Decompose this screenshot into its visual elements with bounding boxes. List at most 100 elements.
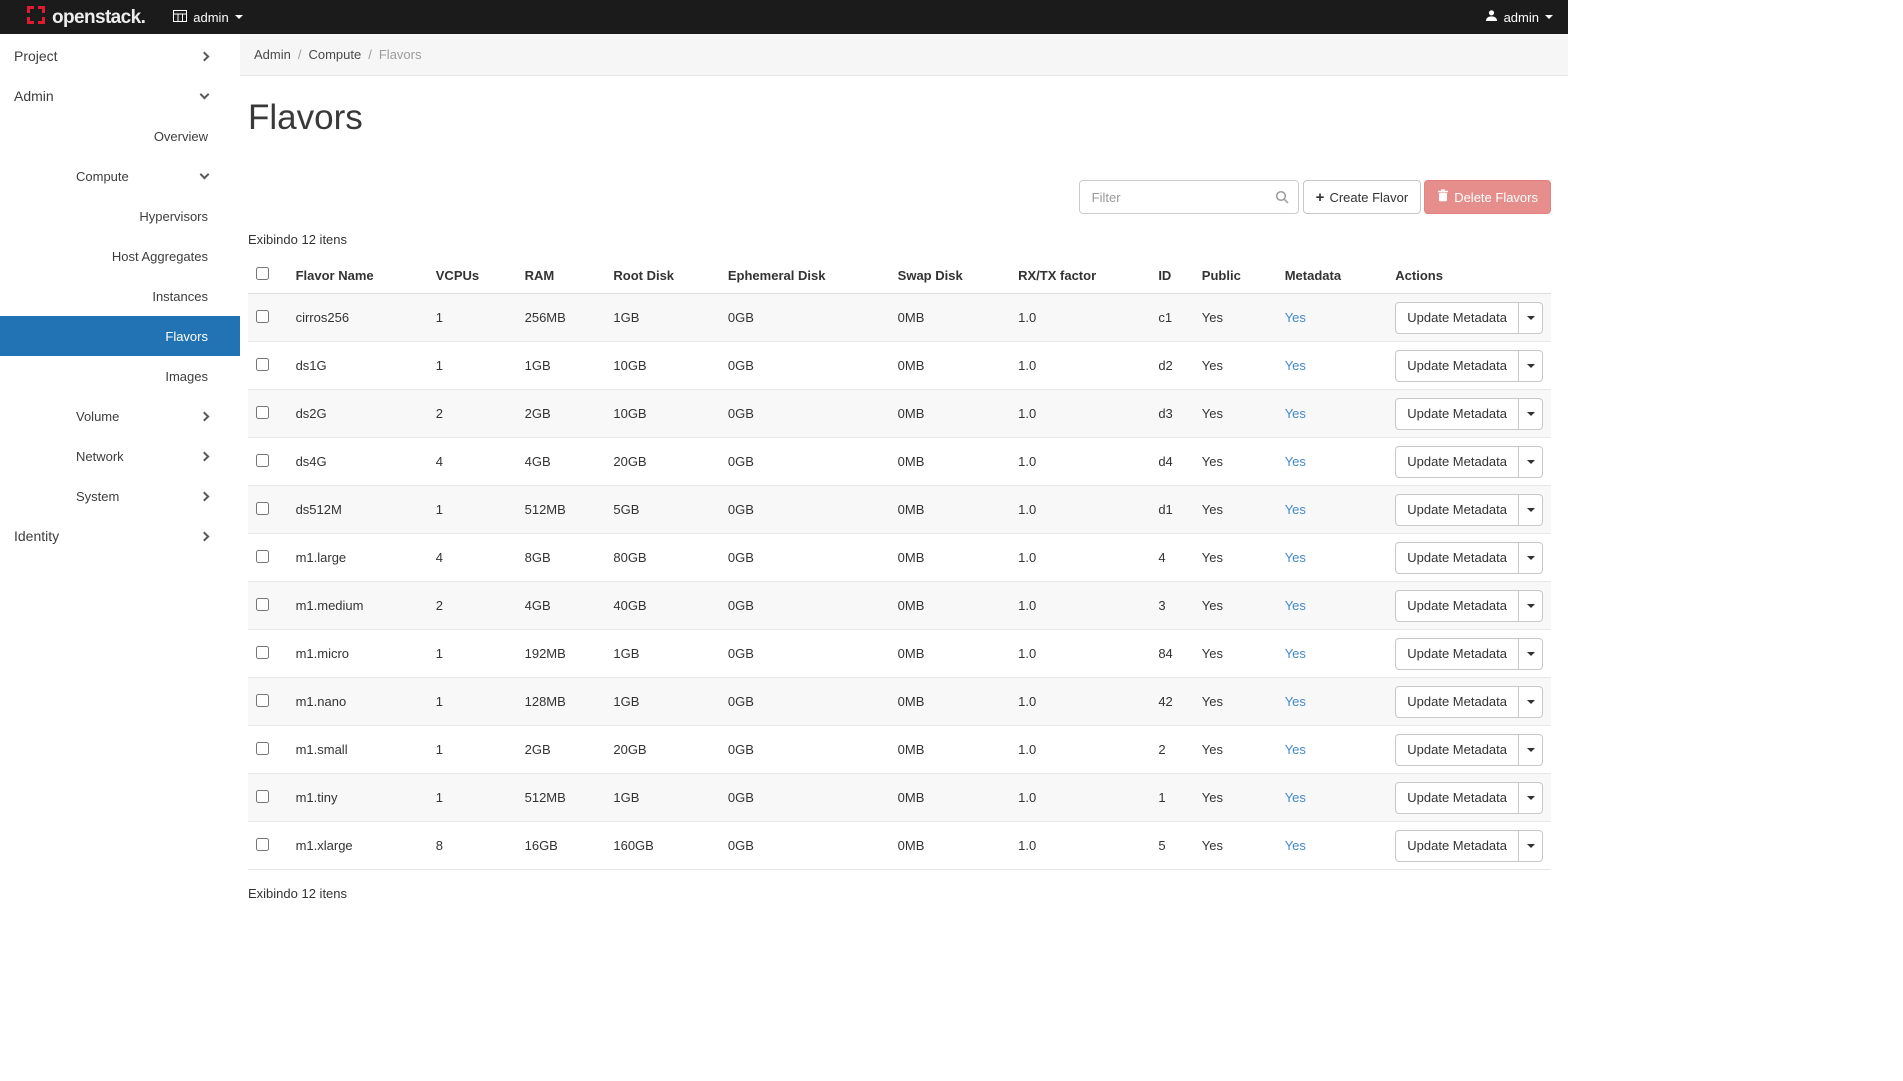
metadata-link[interactable]: Yes (1285, 646, 1306, 661)
cell-actions: Update Metadata (1387, 774, 1551, 822)
sidebar-item-system[interactable]: System (0, 476, 240, 516)
sidebar-item-flavors[interactable]: Flavors (0, 316, 240, 356)
cell-checkbox (248, 582, 288, 630)
update-metadata-button[interactable]: Update Metadata (1395, 302, 1519, 334)
chevron-down-icon (1527, 460, 1535, 464)
user-icon (1485, 9, 1498, 25)
metadata-link[interactable]: Yes (1285, 742, 1306, 757)
metadata-link[interactable]: Yes (1285, 406, 1306, 421)
column-header-ram[interactable]: RAM (517, 257, 606, 294)
create-flavor-button[interactable]: + Create Flavor (1303, 180, 1422, 214)
sidebar-item-hypervisors[interactable]: Hypervisors (0, 196, 240, 236)
column-header-ephemeral-disk[interactable]: Ephemeral Disk (720, 257, 890, 294)
cell-public: Yes (1194, 342, 1277, 390)
sidebar-item-identity[interactable]: Identity (0, 516, 240, 556)
row-checkbox[interactable] (256, 838, 269, 851)
column-header-public[interactable]: Public (1194, 257, 1277, 294)
project-context-switcher[interactable]: admin (173, 10, 242, 25)
cell-vcpus: 4 (428, 534, 517, 582)
update-metadata-button[interactable]: Update Metadata (1395, 686, 1519, 718)
row-checkbox[interactable] (256, 406, 269, 419)
filter-input[interactable] (1079, 180, 1299, 214)
row-checkbox[interactable] (256, 310, 269, 323)
column-header-id[interactable]: ID (1150, 257, 1193, 294)
cell-public: Yes (1194, 582, 1277, 630)
metadata-link[interactable]: Yes (1285, 694, 1306, 709)
table-row: ds512M 1 512MB 5GB 0GB 0MB 1.0 d1 Yes Ye… (248, 486, 1551, 534)
cell-swap-disk: 0MB (890, 678, 1010, 726)
update-metadata-button[interactable]: Update Metadata (1395, 446, 1519, 478)
column-header-swap-disk[interactable]: Swap Disk (890, 257, 1010, 294)
update-metadata-button[interactable]: Update Metadata (1395, 782, 1519, 814)
openstack-logo[interactable]: openstack. (25, 4, 145, 31)
metadata-link[interactable]: Yes (1285, 310, 1306, 325)
sidebar-item-images[interactable]: Images (0, 356, 240, 396)
metadata-link[interactable]: Yes (1285, 598, 1306, 613)
row-checkbox[interactable] (256, 790, 269, 803)
sidebar-item-admin[interactable]: Admin (0, 76, 240, 116)
update-metadata-button[interactable]: Update Metadata (1395, 350, 1519, 382)
row-actions-dropdown[interactable] (1518, 686, 1543, 718)
sidebar-item-host-aggregates[interactable]: Host Aggregates (0, 236, 240, 276)
sidebar-item-network[interactable]: Network (0, 436, 240, 476)
breadcrumb-compute[interactable]: Compute (308, 47, 361, 62)
update-metadata-button[interactable]: Update Metadata (1395, 638, 1519, 670)
update-metadata-button[interactable]: Update Metadata (1395, 494, 1519, 526)
cell-public: Yes (1194, 678, 1277, 726)
cell-vcpus: 1 (428, 342, 517, 390)
column-header-rxtx-factor[interactable]: RX/TX factor (1010, 257, 1150, 294)
column-header-flavor-name[interactable]: Flavor Name (288, 257, 428, 294)
user-menu[interactable]: admin (1485, 9, 1553, 25)
update-metadata-button[interactable]: Update Metadata (1395, 734, 1519, 766)
row-actions-dropdown[interactable] (1518, 302, 1543, 334)
cell-metadata: Yes (1277, 678, 1388, 726)
row-checkbox[interactable] (256, 454, 269, 467)
row-checkbox[interactable] (256, 358, 269, 371)
row-checkbox[interactable] (256, 598, 269, 611)
row-actions-dropdown[interactable] (1518, 398, 1543, 430)
row-actions-dropdown[interactable] (1518, 542, 1543, 574)
select-all-checkbox[interactable] (256, 267, 269, 280)
update-metadata-button[interactable]: Update Metadata (1395, 542, 1519, 574)
column-header-vcpus[interactable]: VCPUs (428, 257, 517, 294)
metadata-link[interactable]: Yes (1285, 550, 1306, 565)
row-actions-dropdown[interactable] (1518, 734, 1543, 766)
cell-public: Yes (1194, 390, 1277, 438)
breadcrumb-admin[interactable]: Admin (254, 47, 291, 62)
row-actions-dropdown[interactable] (1518, 830, 1543, 862)
column-header-metadata[interactable]: Metadata (1277, 257, 1388, 294)
metadata-link[interactable]: Yes (1285, 790, 1306, 805)
row-checkbox[interactable] (256, 646, 269, 659)
chevron-down-icon (1527, 508, 1535, 512)
update-metadata-button[interactable]: Update Metadata (1395, 830, 1519, 862)
sidebar-item-instances[interactable]: Instances (0, 276, 240, 316)
column-header-root-disk[interactable]: Root Disk (605, 257, 720, 294)
row-actions-dropdown[interactable] (1518, 590, 1543, 622)
cell-rxtx-factor: 1.0 (1010, 582, 1150, 630)
row-actions-dropdown[interactable] (1518, 782, 1543, 814)
sidebar-item-volume[interactable]: Volume (0, 396, 240, 436)
sidebar-item-overview[interactable]: Overview (0, 116, 240, 156)
row-actions-dropdown[interactable] (1518, 494, 1543, 526)
trash-icon (1437, 189, 1449, 205)
page: openstack. admin admin (0, 0, 1568, 941)
row-checkbox[interactable] (256, 694, 269, 707)
cell-actions: Update Metadata (1387, 678, 1551, 726)
flavors-table-body: cirros256 1 256MB 1GB 0GB 0MB 1.0 c1 Yes… (248, 294, 1551, 870)
row-actions-dropdown[interactable] (1518, 446, 1543, 478)
row-actions-dropdown[interactable] (1518, 638, 1543, 670)
update-metadata-button[interactable]: Update Metadata (1395, 398, 1519, 430)
metadata-link[interactable]: Yes (1285, 838, 1306, 853)
metadata-link[interactable]: Yes (1285, 358, 1306, 373)
row-checkbox[interactable] (256, 502, 269, 515)
row-actions-dropdown[interactable] (1518, 350, 1543, 382)
sidebar-item-project[interactable]: Project (0, 36, 240, 76)
cell-metadata: Yes (1277, 726, 1388, 774)
metadata-link[interactable]: Yes (1285, 502, 1306, 517)
sidebar-item-compute[interactable]: Compute (0, 156, 240, 196)
update-metadata-button[interactable]: Update Metadata (1395, 590, 1519, 622)
delete-flavors-button[interactable]: Delete Flavors (1424, 180, 1551, 214)
row-checkbox[interactable] (256, 742, 269, 755)
metadata-link[interactable]: Yes (1285, 454, 1306, 469)
row-checkbox[interactable] (256, 550, 269, 563)
